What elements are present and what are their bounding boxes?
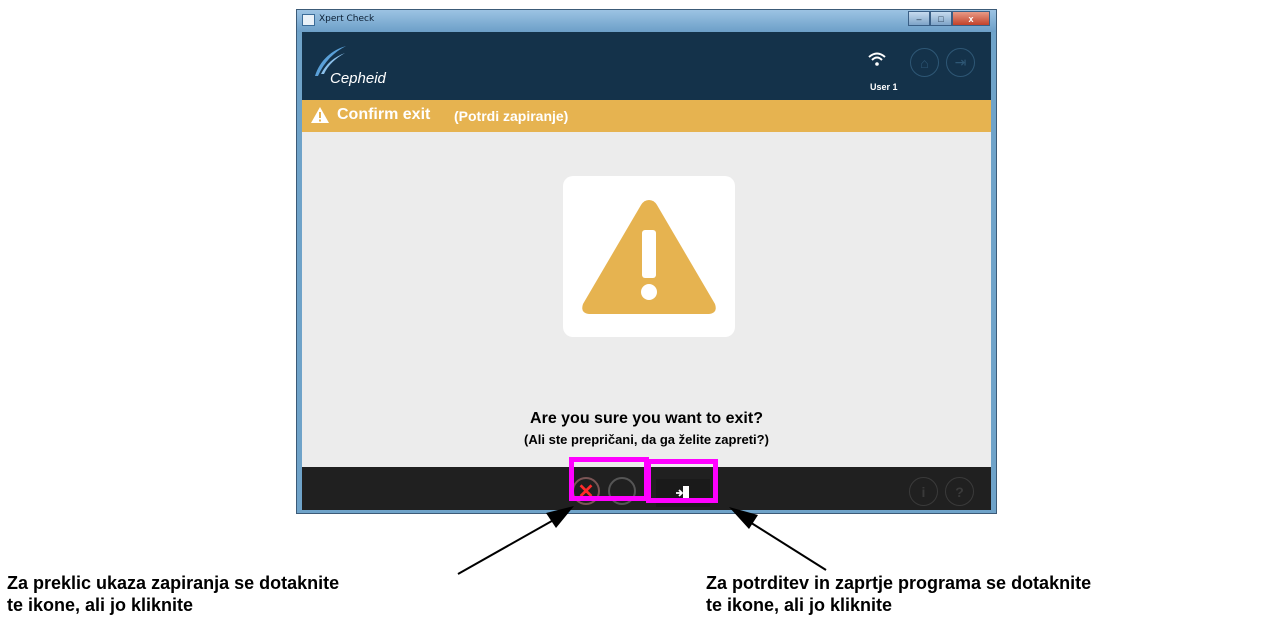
arrow-head-left <box>546 506 574 528</box>
arrow-head-right <box>729 507 758 529</box>
confirm-caption: Za potrditev in zaprtje programa se dota… <box>706 572 1091 616</box>
cancel-caption-line2: te ikone, ali jo kliknite <box>7 595 194 615</box>
confirm-caption-line1: Za potrditev in zaprtje programa se dota… <box>706 573 1092 593</box>
annotation-arrows <box>457 506 827 575</box>
confirm-caption-line2: te ikone, ali jo kliknite <box>706 595 893 615</box>
cancel-caption: Za preklic ukaza zapiranja se dotaknite … <box>7 572 339 616</box>
cancel-caption-line1: Za preklic ukaza zapiranja se dotaknite <box>7 573 340 593</box>
